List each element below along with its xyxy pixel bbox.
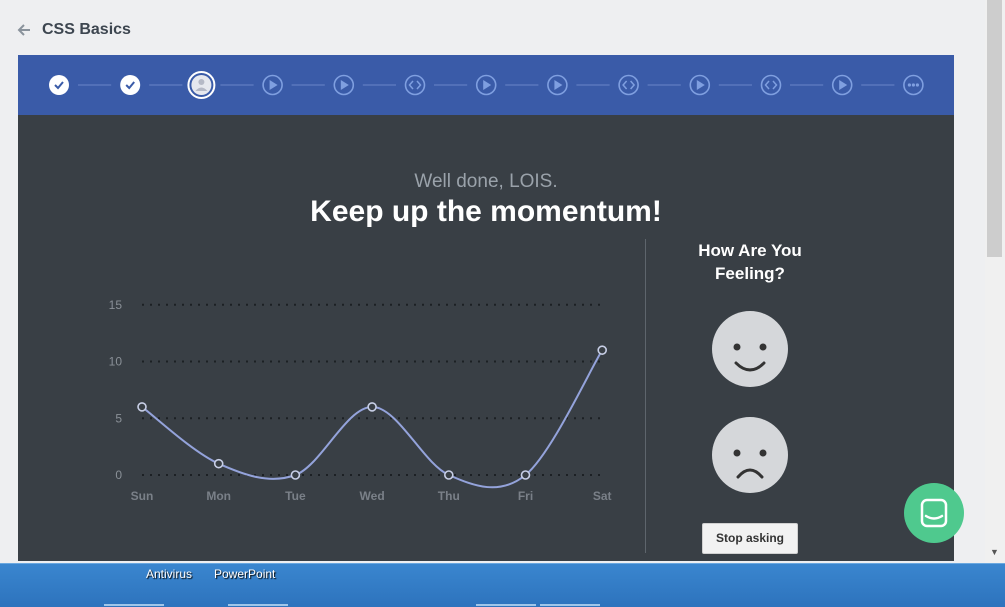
x-tick-label: Sat: [593, 489, 612, 503]
progress-step-4-video-icon[interactable]: [262, 74, 283, 96]
taskbar: Antivirus PowerPoint: [0, 563, 1005, 607]
page-title: CSS Basics: [42, 21, 131, 38]
progress-step-6-code-icon[interactable]: [404, 74, 426, 96]
y-tick-label: 10: [109, 355, 123, 369]
data-point: [597, 345, 608, 355]
happy-face-icon[interactable]: [712, 311, 788, 387]
progress-step-5-video-icon[interactable]: [333, 74, 355, 96]
scrollbar-thumb[interactable]: [987, 0, 1002, 257]
x-tick-label: Thu: [438, 489, 460, 503]
chat-button[interactable]: [904, 483, 964, 543]
progress-step-11-code-icon[interactable]: [760, 74, 782, 96]
sad-face-icon[interactable]: [712, 417, 788, 493]
taskbar-item-antivirus[interactable]: Antivirus: [146, 567, 192, 581]
panel-divider: [645, 239, 646, 553]
feeling-title: How Are You Feeling?: [666, 239, 834, 285]
progress-step-10-video-icon[interactable]: [689, 74, 711, 96]
data-point: [137, 402, 147, 412]
y-tick-label: 15: [109, 298, 123, 312]
progress-steps: [49, 71, 924, 99]
progress-step-8-video-icon[interactable]: [547, 74, 568, 96]
data-point: [443, 470, 454, 480]
y-tick-label: 0: [115, 468, 122, 482]
main-panel: Well done, LOIS. Keep up the momentum! 0…: [18, 115, 954, 561]
scroll-down-icon[interactable]: ▼: [987, 545, 1002, 559]
stop-asking-button[interactable]: Stop asking: [702, 523, 798, 554]
x-tick-label: Wed: [360, 489, 385, 503]
x-tick-label: Sun: [131, 489, 154, 503]
progress-step-13-more-icon[interactable]: [903, 74, 924, 96]
data-point: [213, 458, 224, 469]
feeling-title-line1: How Are You: [698, 241, 802, 260]
progress-step-2-completed-icon[interactable]: [120, 75, 141, 95]
x-tick-label: Tue: [285, 489, 306, 503]
progress-step-12-video-icon[interactable]: [831, 74, 853, 96]
feeling-title-line2: Feeling?: [715, 264, 785, 283]
x-tick-label: Fri: [518, 489, 533, 503]
top-bar: CSS Basics: [0, 0, 985, 55]
back-arrow-icon[interactable]: [16, 22, 32, 38]
lesson-progress-bar: [18, 55, 954, 115]
progress-step-3-current-icon[interactable]: [187, 71, 216, 99]
data-point: [520, 470, 531, 480]
y-tick-label: 5: [115, 411, 122, 425]
series-line: [141, 349, 604, 489]
chat-icon: [920, 498, 948, 528]
activity-chart: 0 5 10 15 Sun Mon Tue Wed Thu Fri Sat: [109, 298, 612, 503]
taskbar-item-powerpoint[interactable]: PowerPoint: [214, 567, 275, 581]
progress-step-1-completed-icon[interactable]: [49, 75, 69, 95]
data-point: [367, 402, 377, 412]
progress-step-7-video-icon[interactable]: [475, 74, 497, 96]
data-point: [290, 470, 301, 480]
x-tick-label: Mon: [206, 489, 231, 503]
progress-step-9-code-icon[interactable]: [618, 74, 639, 96]
